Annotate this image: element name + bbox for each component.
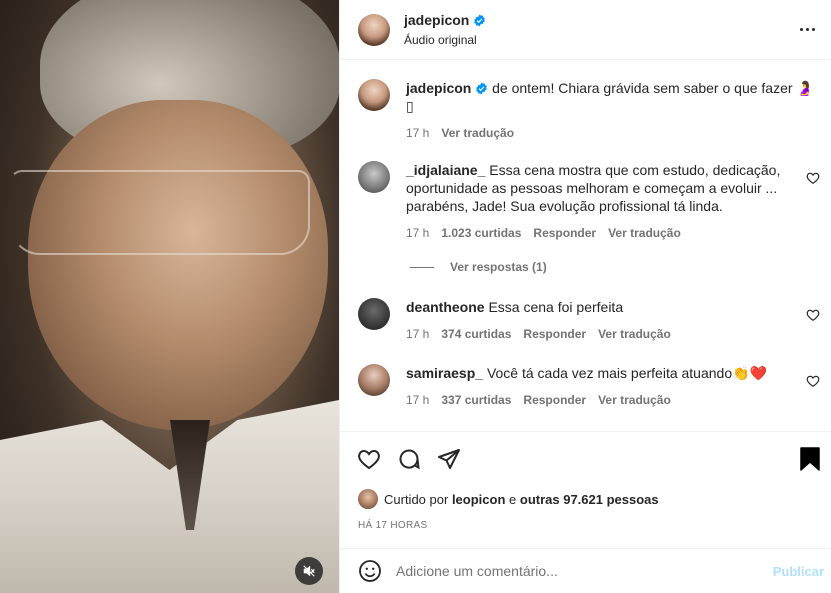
likes-summary[interactable]: Curtido por leopicon e outras 97.621 pes… [358,489,659,509]
comment-input[interactable] [396,563,773,579]
replies-divider [410,266,434,268]
post-details-panel: jadepicon Áudio original jadepicon de on… [339,0,831,593]
post-video[interactable] [0,0,339,593]
author-avatar[interactable] [358,13,390,46]
likes-others[interactable]: outras 97.621 pessoas [520,492,659,507]
author-username[interactable]: jadepicon [404,12,486,28]
caption: jadepicon de ontem! Chiara grávida sem s… [358,79,820,142]
comment-likes[interactable]: 337 curtidas [441,391,511,409]
likes-conjunction: e [509,491,517,507]
more-options-button[interactable] [795,18,819,42]
comment-item: _idjalaiane_ Essa cena mostra que com es… [358,161,820,242]
comment-text: Essa cena foi perfeita [488,299,624,315]
reply-button[interactable]: Responder [533,224,596,242]
verified-icon [474,14,486,26]
translate-link[interactable]: Ver tradução [598,325,671,343]
comment-icon [399,449,420,470]
audio-label[interactable]: Áudio original [404,33,795,47]
likes-prefix: Curtido por [384,491,449,507]
comment-item: deantheone Essa cena foi perfeita 17 h 3… [358,298,820,343]
view-replies-label[interactable]: Ver respostas (1) [450,260,547,274]
post-header: jadepicon Áudio original [340,0,831,60]
caption-translate-link[interactable]: Ver tradução [441,124,514,142]
translate-link[interactable]: Ver tradução [608,224,681,242]
reply-button[interactable]: Responder [523,325,586,343]
comment-time[interactable]: 17 h [406,325,429,343]
comment-item: samiraesp_ Você tá cada vez mais perfeit… [358,364,820,409]
caption-username[interactable]: jadepicon [406,80,471,96]
liker-username[interactable]: leopicon [452,492,505,507]
author-username-text[interactable]: jadepicon [404,12,469,28]
comment-time[interactable]: 17 h [406,391,429,409]
caption-text: de ontem! Chiara grávida sem saber o que… [492,80,814,96]
reply-button[interactable]: Responder [523,391,586,409]
commenter-avatar[interactable] [358,298,390,330]
commenter-avatar[interactable] [358,161,390,193]
caption-avatar[interactable] [358,79,390,111]
liker-avatar[interactable] [358,489,378,509]
commenter-username[interactable]: samiraesp_ [406,365,483,381]
view-replies-button[interactable]: Ver respostas (1) [410,260,547,274]
translate-link[interactable]: Ver tradução [598,391,671,409]
caption-text-line2: ▯ [406,98,414,114]
post-time-ago[interactable]: HÁ 17 HORAS [358,520,427,531]
comment-text: Você tá cada vez mais perfeita atuando👏❤… [486,365,767,381]
heart-icon[interactable] [806,374,820,388]
verified-icon [476,82,488,95]
comment-time[interactable]: 17 h [406,224,429,242]
commenter-avatar[interactable] [358,364,390,396]
more-icon [799,28,803,31]
share-button[interactable] [436,446,462,472]
heart-icon [358,449,380,470]
video-face-shape [28,100,328,430]
save-button[interactable] [797,446,823,472]
commenter-username[interactable]: deantheone [406,299,485,315]
caption-time[interactable]: 17 h [406,124,429,142]
emoji-icon[interactable] [358,559,382,583]
heart-icon[interactable] [806,308,820,322]
mute-button[interactable] [295,557,323,585]
like-button[interactable] [356,446,382,472]
comment-likes[interactable]: 374 curtidas [441,325,511,343]
post-comment-button[interactable]: Publicar [773,564,824,579]
commenter-username[interactable]: _idjalaiane_ [406,162,485,178]
video-glasses-shape [10,170,310,255]
add-comment-bar: Publicar [340,548,831,593]
comment-button[interactable] [396,446,422,472]
post-actions-bar [356,444,823,474]
bookmark-icon [800,447,820,471]
share-icon [438,449,460,469]
heart-icon[interactable] [806,171,820,185]
comments-list: jadepicon de ontem! Chiara grávida sem s… [340,61,831,432]
comment-likes[interactable]: 1.023 curtidas [441,224,521,242]
mute-icon [303,565,315,577]
